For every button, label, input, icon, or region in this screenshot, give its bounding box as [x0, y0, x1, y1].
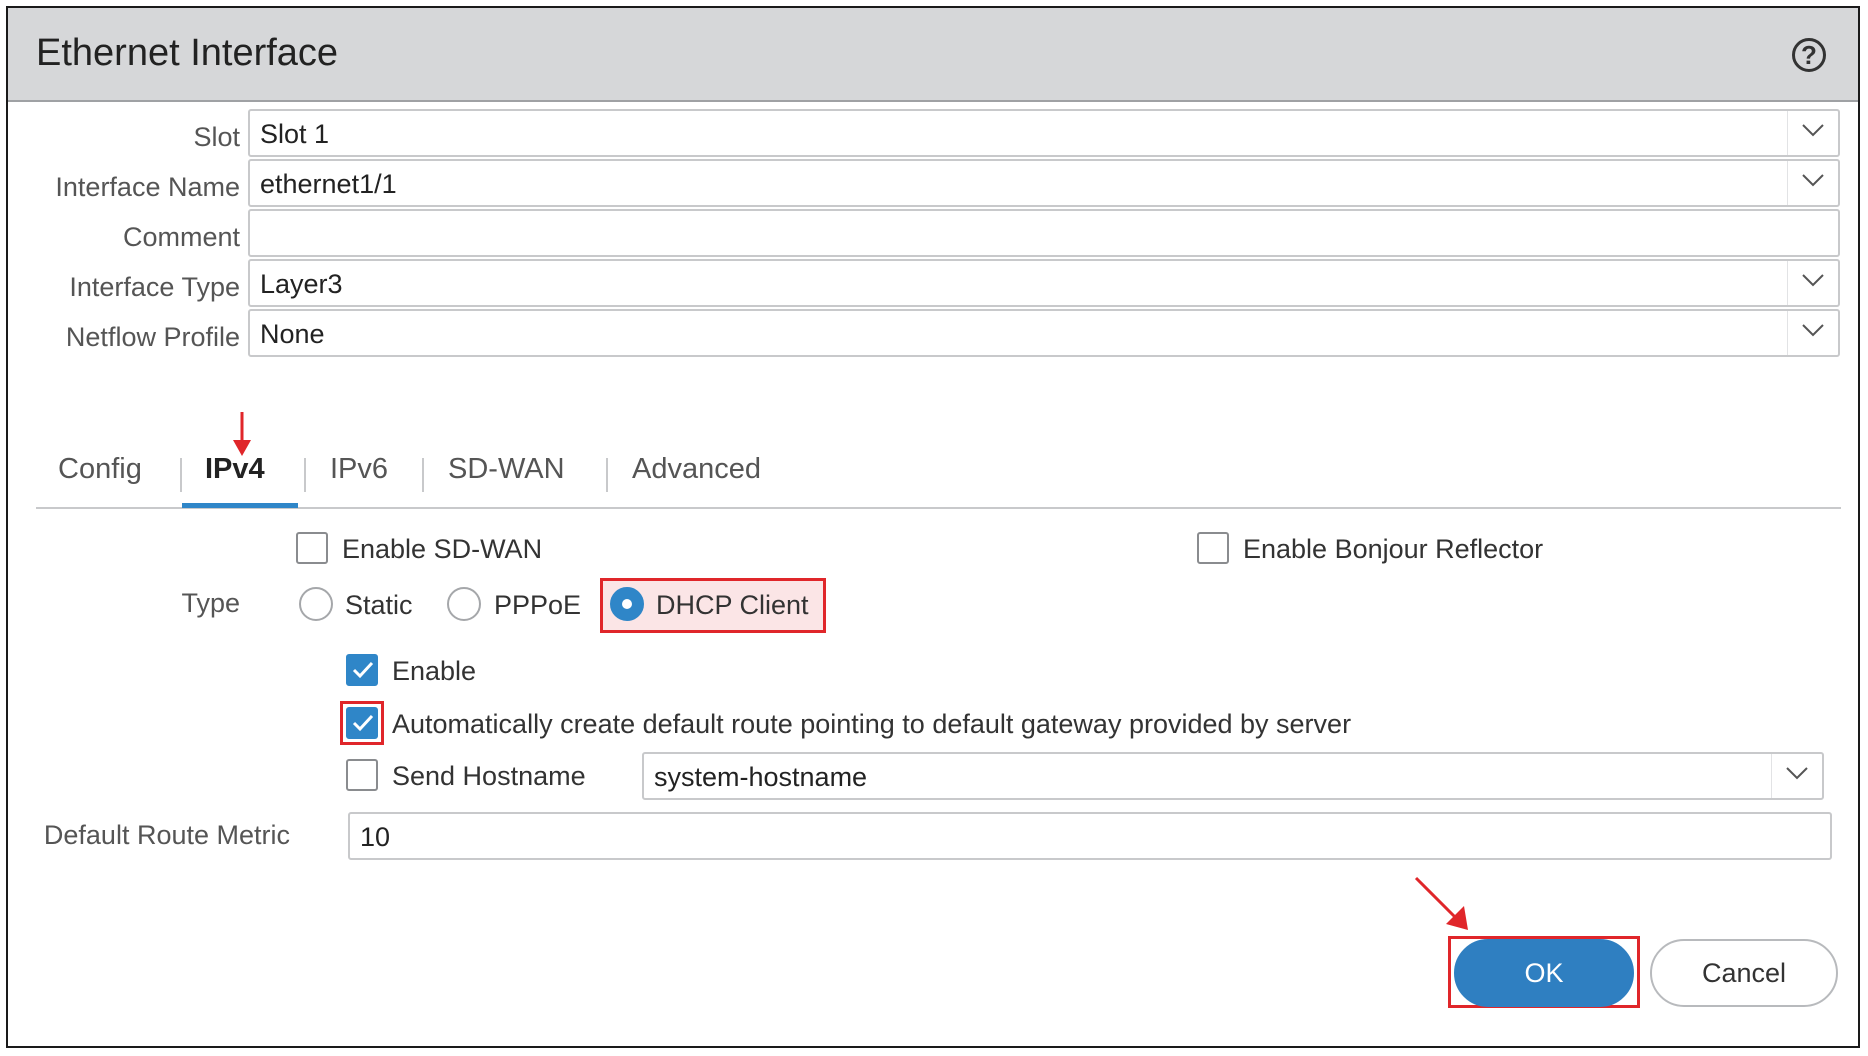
- enable-bonjour-checkbox[interactable]: [1197, 532, 1229, 564]
- interface-name-select[interactable]: ethernet1/1: [248, 159, 1840, 207]
- tab-sd-wan[interactable]: SD-WAN: [448, 453, 565, 486]
- interface-type-label: Interface Type: [69, 272, 240, 302]
- auto-default-route-checkbox[interactable]: [346, 707, 378, 739]
- annotation-arrow-icon: [1414, 876, 1468, 930]
- tab-bar-divider: [36, 507, 1841, 509]
- netflow-profile-value: None: [260, 319, 325, 349]
- slot-value: Slot 1: [260, 119, 330, 149]
- tab-config[interactable]: Config: [58, 453, 142, 486]
- slot-select[interactable]: Slot 1: [248, 109, 1840, 157]
- ethernet-interface-dialog: Ethernet Interface ? Slot Slot 1 Interfa…: [6, 6, 1860, 1048]
- enable-checkbox[interactable]: [346, 654, 378, 686]
- comment-label: Comment: [122, 222, 240, 252]
- send-hostname-label: Send Hostname: [392, 761, 586, 791]
- annotation-arrow-icon: [233, 412, 251, 456]
- tab-separator: [422, 458, 424, 492]
- type-dhcp-client-radio[interactable]: [610, 587, 644, 621]
- help-circle-icon[interactable]: ?: [1792, 38, 1826, 72]
- hostname-select[interactable]: system-hostname: [642, 752, 1824, 800]
- type-static-radio[interactable]: [299, 587, 333, 621]
- tab-ipv6[interactable]: IPv6: [330, 453, 388, 486]
- cancel-button[interactable]: Cancel: [1650, 939, 1838, 1007]
- interface-type-value: Layer3: [260, 269, 343, 299]
- default-route-metric-label: Default Route Metric: [43, 820, 290, 850]
- type-label: Type: [181, 588, 240, 618]
- hostname-value: system-hostname: [654, 762, 868, 792]
- default-route-metric-value: 10: [360, 822, 391, 852]
- chevron-down-icon[interactable]: [1787, 161, 1838, 205]
- dialog-titlebar: Ethernet Interface ?: [8, 8, 1858, 102]
- send-hostname-checkbox[interactable]: [346, 759, 378, 791]
- netflow-profile-select[interactable]: None: [248, 309, 1840, 357]
- type-pppoe-radio[interactable]: [447, 587, 481, 621]
- ok-button[interactable]: OK: [1454, 939, 1634, 1007]
- enable-sdwan-label: Enable SD-WAN: [342, 534, 543, 564]
- netflow-profile-label: Netflow Profile: [65, 322, 240, 352]
- interface-type-select[interactable]: Layer3: [248, 259, 1840, 307]
- tab-separator: [304, 458, 306, 492]
- chevron-down-icon[interactable]: [1787, 111, 1838, 155]
- type-pppoe-label: PPPoE: [494, 590, 582, 620]
- chevron-down-icon[interactable]: [1787, 261, 1838, 305]
- slot-label: Slot: [193, 122, 240, 152]
- comment-input[interactable]: [248, 209, 1840, 257]
- tab-separator: [606, 458, 608, 492]
- default-route-metric-input[interactable]: 10: [348, 812, 1832, 860]
- chevron-down-icon[interactable]: [1787, 311, 1838, 355]
- interface-name-label: Interface Name: [55, 172, 240, 202]
- enable-label: Enable: [392, 656, 477, 686]
- enable-sdwan-checkbox[interactable]: [296, 532, 328, 564]
- tab-separator: [180, 458, 182, 492]
- active-tab-indicator: [182, 503, 298, 508]
- type-static-label: Static: [345, 590, 413, 620]
- dialog-title: Ethernet Interface: [36, 32, 339, 74]
- auto-default-route-label: Automatically create default route point…: [392, 709, 1352, 739]
- enable-bonjour-label: Enable Bonjour Reflector: [1243, 534, 1544, 564]
- chevron-down-icon[interactable]: [1771, 754, 1822, 798]
- type-dhcp-client-label: DHCP Client: [656, 590, 809, 620]
- tab-advanced[interactable]: Advanced: [632, 453, 761, 486]
- interface-name-value: ethernet1/1: [260, 169, 397, 199]
